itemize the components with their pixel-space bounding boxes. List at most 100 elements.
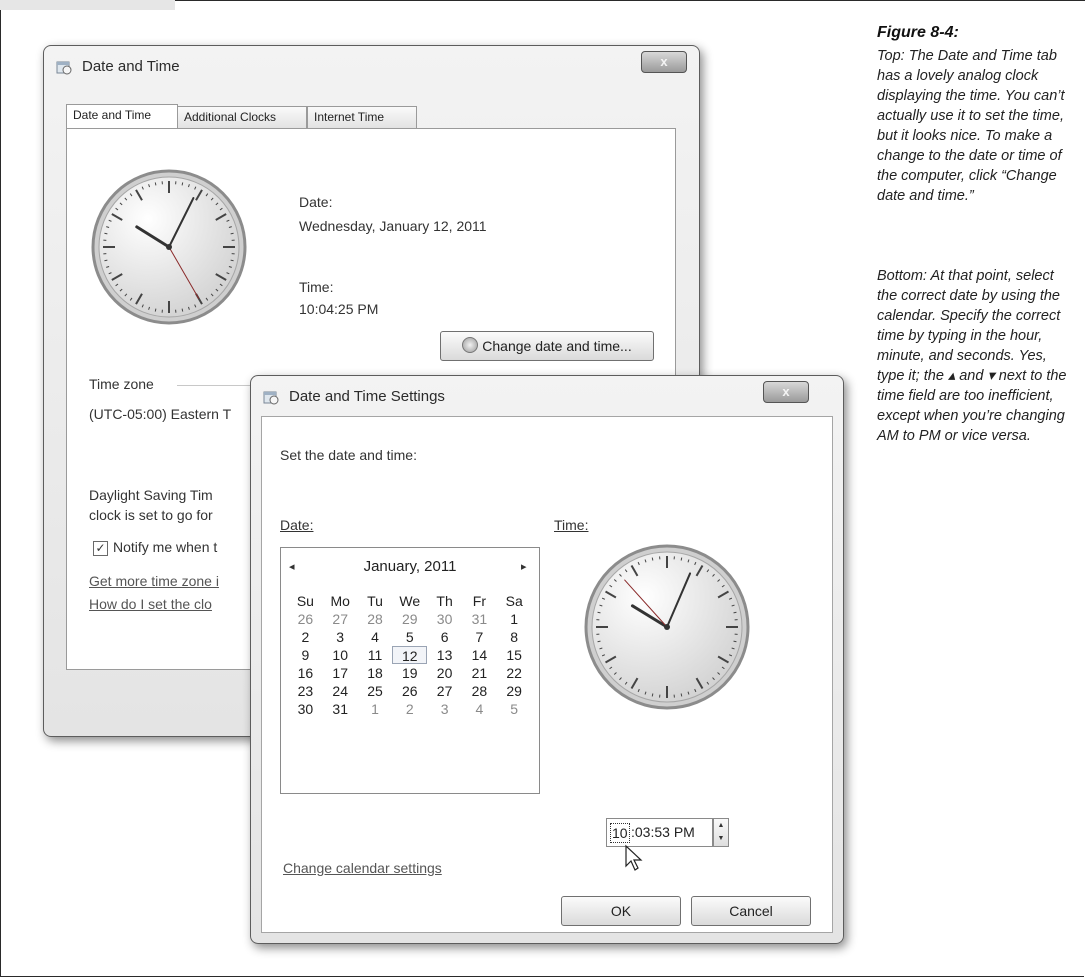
calendar-day[interactable]: 26 (392, 682, 427, 700)
tab-additional-clocks[interactable]: Additional Clocks (177, 106, 307, 128)
dst-text-line2: clock is set to go for (89, 507, 213, 523)
calendar-day[interactable]: 30 (427, 610, 462, 628)
calendar-day[interactable]: 9 (288, 646, 323, 664)
calendar-day[interactable]: 1 (497, 610, 532, 628)
weekday-row: Su Mo Tu We Th Fr Sa (288, 592, 532, 610)
cancel-button[interactable]: Cancel (691, 896, 811, 926)
calendar-day[interactable]: 14 (462, 646, 497, 664)
calendar-month[interactable]: January, 2011 (281, 558, 539, 575)
calendar-day[interactable]: 5 (497, 700, 532, 718)
minute-tick (181, 308, 184, 312)
minute-tick (597, 611, 601, 614)
minute-tick (680, 693, 683, 697)
tab-date-and-time[interactable]: Date and Time (66, 104, 178, 128)
clock-center (664, 624, 670, 630)
window-title: Date and Time (82, 58, 180, 75)
timezone-value: (UTC-05:00) Eastern T (89, 406, 232, 422)
change-calendar-settings-link[interactable]: Change calendar settings (283, 860, 442, 876)
calendar-week: 26 27 28 29 30 31 1 (288, 610, 532, 628)
calendar-day[interactable]: 29 (392, 610, 427, 628)
timezone-divider (177, 385, 257, 386)
calendar-day[interactable]: 18 (358, 664, 393, 682)
date-time-settings-window: Date and Time Settings x Set the date an… (250, 375, 844, 944)
tab-internet-time[interactable]: Internet Time (307, 106, 417, 128)
minute-tick (181, 182, 184, 186)
time-hour-field[interactable]: 10 (610, 823, 630, 843)
notify-checkbox[interactable]: ✓ (93, 541, 108, 556)
calendar-day[interactable]: 22 (497, 664, 532, 682)
calendar-day[interactable]: 27 (427, 682, 462, 700)
calendar-day[interactable]: 19 (392, 664, 427, 682)
calendar-day[interactable]: 1 (358, 700, 393, 718)
calendar-day[interactable]: 17 (323, 664, 358, 682)
close-button[interactable]: x (763, 381, 809, 403)
time-input[interactable]: 10 :03:53 PM (606, 818, 713, 847)
time-value: 10:04:25 PM (299, 301, 379, 317)
next-month-button[interactable]: ▸ (521, 560, 527, 573)
minute-tick (733, 611, 737, 614)
figure-caption-title: Figure 8-4: (877, 24, 959, 41)
weekday-header: Sa (505, 593, 523, 609)
figure-caption-bottom: Bottom: At that point, select the correc… (877, 268, 1067, 444)
calendar-day[interactable]: 21 (462, 664, 497, 682)
analog-clock (584, 544, 750, 710)
frame-top-rule (175, 0, 1085, 1)
settings-panel: Set the date and time: Date: Time: ◂ Jan… (261, 416, 833, 933)
calendar-day[interactable]: 3 (427, 700, 462, 718)
weekday-header: Fr (472, 593, 486, 609)
spin-up-button[interactable]: ▲ (714, 819, 728, 832)
date-value: Wednesday, January 12, 2011 (299, 218, 487, 234)
close-button[interactable]: x (641, 51, 687, 73)
calendar-day[interactable]: 10 (323, 646, 358, 664)
change-date-time-button[interactable]: Change date and time... (440, 331, 654, 361)
calendar-day[interactable]: 20 (427, 664, 462, 682)
date-label: Date: (280, 517, 314, 533)
calendar-day[interactable]: 23 (288, 682, 323, 700)
minute-tick (154, 182, 157, 186)
time-spinner[interactable]: ▲ ▼ (713, 818, 729, 847)
time-label: Time: (299, 279, 334, 295)
minute-tick (680, 557, 683, 561)
minute-tick (230, 232, 234, 235)
calendar-day[interactable]: 13 (427, 646, 462, 664)
calendar-day-selected[interactable]: 12 (392, 646, 428, 664)
time-minutes-seconds[interactable]: :03:53 PM (631, 823, 695, 841)
calendar-day[interactable]: 2 (392, 700, 427, 718)
calendar-day[interactable]: 11 (358, 646, 393, 664)
calendar-day[interactable]: 3 (323, 628, 358, 646)
calendar-day[interactable]: 4 (462, 700, 497, 718)
minute-tick (651, 693, 654, 697)
ok-button[interactable]: OK (561, 896, 681, 926)
calendar-day[interactable]: 4 (358, 628, 393, 646)
page-tab-strip (0, 0, 175, 10)
calendar-day[interactable]: 28 (462, 682, 497, 700)
calendar-day[interactable]: 31 (323, 700, 358, 718)
date-label: Date: (299, 194, 333, 210)
calendar-day[interactable]: 27 (323, 610, 358, 628)
calendar-day[interactable]: 2 (288, 628, 323, 646)
timezone-label: Time zone (89, 376, 154, 392)
calendar-day[interactable]: 8 (497, 628, 532, 646)
minute-tick (154, 308, 157, 312)
dst-text-line1: Daylight Saving Tim (89, 487, 213, 503)
notify-label: Notify me when t (113, 539, 218, 555)
spin-down-button[interactable]: ▼ (714, 832, 728, 845)
calendar-day[interactable]: 28 (358, 610, 393, 628)
calendar-day[interactable]: 30 (288, 700, 323, 718)
minute-tick (104, 259, 108, 262)
calendar-day[interactable]: 5 (392, 628, 427, 646)
calendar-day[interactable]: 26 (288, 610, 323, 628)
calendar-day[interactable]: 15 (497, 646, 532, 664)
calendar-day[interactable]: 7 (462, 628, 497, 646)
calendar-day[interactable]: 29 (497, 682, 532, 700)
calendar-day[interactable]: 24 (323, 682, 358, 700)
more-timezone-link[interactable]: Get more time zone i (89, 573, 219, 589)
calendar-day[interactable]: 25 (358, 682, 393, 700)
calendar-clock-icon (56, 61, 72, 75)
calendar-week: 16 17 18 19 20 21 22 (288, 664, 532, 682)
how-set-clock-link[interactable]: How do I set the clo (89, 596, 212, 612)
calendar-day[interactable]: 31 (462, 610, 497, 628)
shield-icon (462, 337, 479, 353)
calendar-day[interactable]: 6 (427, 628, 462, 646)
calendar-day[interactable]: 16 (288, 664, 323, 682)
